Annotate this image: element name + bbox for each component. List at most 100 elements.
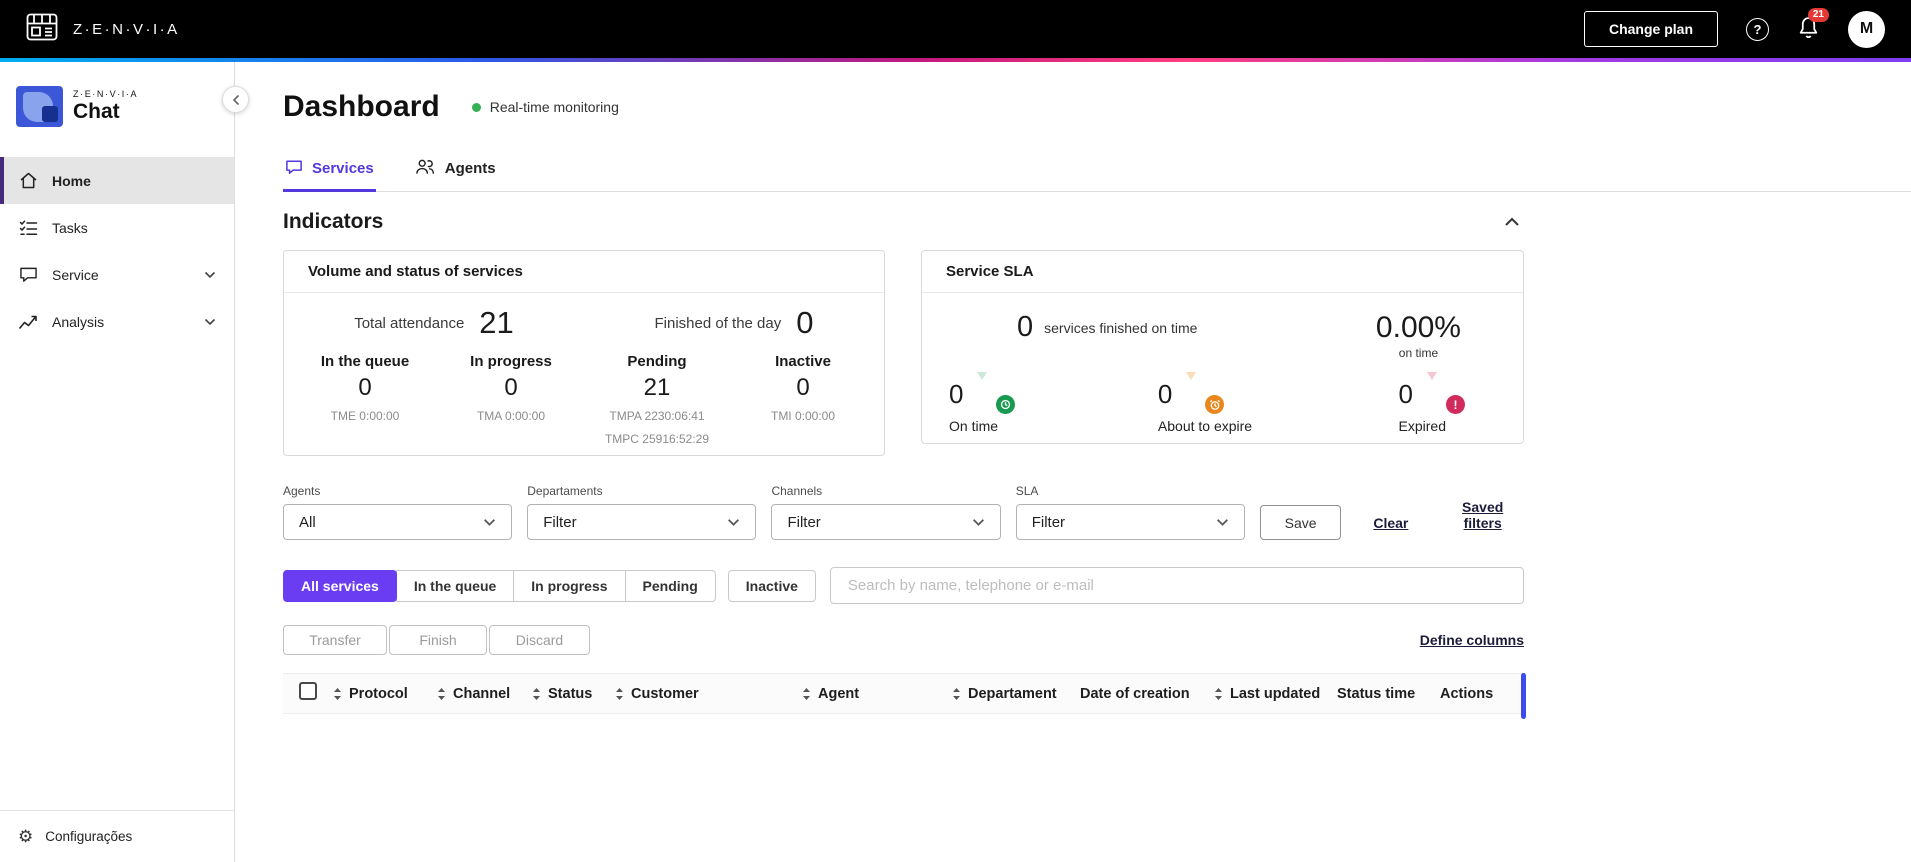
table-scrollbar[interactable] — [1521, 673, 1526, 719]
chart-icon — [18, 314, 38, 330]
sidebar-item-tasks[interactable]: Tasks — [0, 204, 234, 251]
change-plan-button[interactable]: Change plan — [1583, 11, 1718, 47]
column-header-protocol[interactable]: Protocol — [333, 686, 437, 702]
finish-button[interactable]: Finish — [389, 625, 487, 655]
sidebar-item-service[interactable]: Service — [0, 251, 234, 298]
filter-label: Agents — [283, 484, 321, 498]
sidebar-item-settings[interactable]: ⚙ Configurações — [0, 810, 234, 862]
tab-in-progress[interactable]: In progress — [513, 569, 626, 602]
metric-value: 21 — [479, 305, 514, 340]
stat-value: 0 — [949, 378, 964, 409]
gear-icon: ⚙ — [18, 827, 34, 846]
tab-pending[interactable]: Pending — [624, 569, 716, 602]
column-label: Protocol — [349, 685, 408, 702]
discard-button[interactable]: Discard — [489, 625, 590, 655]
channels-select[interactable]: Filter — [771, 504, 1001, 540]
clear-filters-link[interactable]: Clear — [1373, 515, 1408, 531]
metric-value: 0.00% — [1375, 311, 1461, 344]
tab-services[interactable]: Services — [283, 150, 376, 192]
sla-select[interactable]: Filter — [1015, 504, 1245, 540]
indicators-title: Indicators — [283, 210, 384, 233]
select-value: Filter — [787, 513, 821, 531]
column-header-actions: Actions — [1440, 686, 1524, 702]
saved-filters-link[interactable]: Saved filters — [1441, 499, 1524, 531]
sidebar-item-analysis[interactable]: Analysis — [0, 298, 234, 345]
filters-bar: Agents All Departaments Filter Channels — [283, 484, 1524, 540]
stat-value: 0 — [796, 374, 810, 401]
stat-sub: TME 0:00:00 — [330, 409, 400, 423]
column-label: Agent — [818, 685, 860, 702]
column-header-channel[interactable]: Channel — [437, 686, 532, 702]
chevron-down-icon — [484, 518, 496, 526]
notifications-button[interactable]: 21 — [1797, 8, 1829, 43]
column-header-customer[interactable]: Customer — [615, 686, 802, 702]
agents-select[interactable]: All — [283, 504, 513, 540]
stat-label: Expired — [1398, 418, 1446, 434]
service-filter-row: All services In the queue In progress Pe… — [283, 567, 1524, 604]
tab-agents[interactable]: Agents — [412, 150, 498, 191]
chat-logo-product: Chat — [73, 100, 120, 123]
sla-card-title: Service SLA — [922, 251, 1523, 293]
column-header-last-updated[interactable]: Last updated — [1214, 686, 1337, 702]
sort-icon — [533, 687, 540, 700]
select-all-checkbox[interactable] — [299, 682, 317, 700]
filter-label: SLA — [1015, 484, 1039, 498]
chevron-up-icon — [1505, 217, 1519, 226]
chat-bubble-icon — [18, 266, 38, 283]
column-header-departament[interactable]: Departament — [952, 686, 1080, 702]
sla-expired-stat: 0 ! Expired — [1398, 378, 1465, 434]
stat-value: 0 — [1157, 378, 1173, 409]
chevron-left-icon — [232, 94, 239, 105]
stat-value: 0 — [504, 374, 518, 401]
chevron-down-icon — [204, 318, 216, 326]
stat-value: 0 — [358, 374, 372, 401]
chevron-down-icon — [204, 271, 216, 279]
brand-wordmark: Z·E·N·V·I·A — [73, 20, 180, 38]
avatar[interactable]: M — [1848, 10, 1885, 48]
departaments-filter: Departaments Filter — [527, 484, 757, 540]
chevron-down-icon — [728, 518, 740, 526]
page-title: Dashboard — [283, 90, 440, 123]
stat-label: Pending — [627, 353, 687, 370]
filter-label: Channels — [771, 484, 823, 498]
help-button[interactable]: ? — [1746, 17, 1769, 41]
tasks-icon — [18, 219, 38, 236]
sort-icon — [1215, 687, 1222, 700]
filter-label: Departaments — [527, 484, 603, 498]
agents-filter: Agents All — [283, 484, 513, 540]
expired-bubble-icon: ! — [1423, 378, 1465, 414]
stat-label: On time — [949, 418, 999, 434]
column-header-status-time: Status time — [1337, 686, 1440, 702]
define-columns-link[interactable]: Define columns — [1420, 632, 1524, 648]
stat-sub: TMPC 25916:52:29 — [604, 432, 710, 446]
services-table: Protocol Channel Status Customer Agent D… — [283, 673, 1526, 719]
column-label: Last updated — [1230, 685, 1321, 702]
stat-label: About to expire — [1157, 418, 1253, 434]
stat-sub: TMI 0:00:00 — [770, 409, 836, 423]
metric-label: Finished of the day — [654, 314, 782, 332]
sidebar-item-label: Service — [52, 266, 99, 283]
zenvia-logo-icon — [26, 13, 58, 46]
stat-sub: TMPA 2230:06:41 — [609, 409, 705, 423]
departaments-select[interactable]: Filter — [527, 504, 757, 540]
sidebar-item-home[interactable]: Home — [0, 157, 234, 204]
tab-all-services[interactable]: All services — [283, 569, 397, 602]
tab-in-the-queue[interactable]: In the queue — [395, 569, 515, 602]
search-input[interactable] — [829, 567, 1524, 604]
stat-value: 21 — [643, 374, 671, 401]
sort-icon — [334, 687, 341, 700]
about-to-expire-bubble-icon — [1182, 378, 1225, 414]
transfer-button[interactable]: Transfer — [283, 625, 387, 655]
sidebar-collapse-button[interactable] — [222, 86, 249, 113]
column-header-agent[interactable]: Agent — [802, 686, 952, 702]
column-label: Status — [548, 685, 593, 702]
sla-filter: SLA Filter — [1015, 484, 1245, 540]
metric-label: on time — [1398, 346, 1439, 360]
indicators-collapse-button[interactable] — [1500, 213, 1524, 231]
help-icon: ? — [1746, 17, 1769, 41]
metric-value: 0 — [796, 305, 814, 340]
finished-of-day-metric: Finished of the day 0 — [584, 305, 884, 341]
tab-inactive[interactable]: Inactive — [727, 569, 816, 602]
save-filter-button[interactable]: Save — [1259, 505, 1342, 540]
column-header-status[interactable]: Status — [532, 686, 615, 702]
